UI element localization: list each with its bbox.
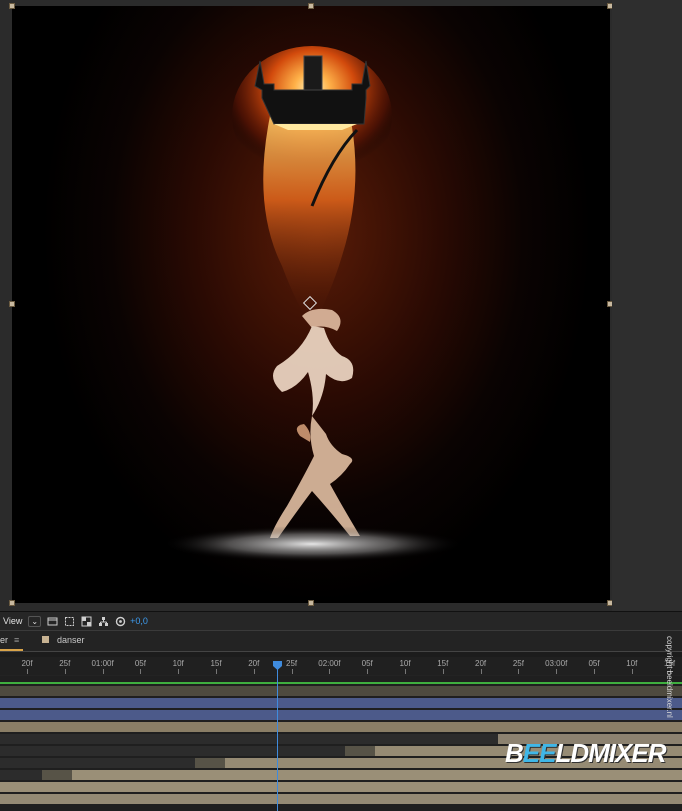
- layer-bar[interactable]: [0, 686, 682, 696]
- ruler-tick-label: 10f: [399, 659, 411, 668]
- layer-name[interactable]: danser: [57, 631, 85, 649]
- composition-viewer[interactable]: [0, 0, 682, 611]
- chevron-down-icon: ⌄: [28, 615, 42, 627]
- ruler-tick-label: 25f: [286, 659, 298, 668]
- ruler-tick-mark: [556, 669, 558, 674]
- composition-canvas[interactable]: [12, 6, 610, 603]
- tab-timeline[interactable]: er ≡: [0, 631, 24, 651]
- viewer-toolbar: View ⌄ +0,0: [0, 611, 682, 630]
- transparency-grid-icon[interactable]: [81, 616, 92, 627]
- layer-bar[interactable]: [0, 794, 682, 804]
- logo-text-start: B: [505, 738, 524, 768]
- layer-bar[interactable]: [0, 782, 682, 792]
- layer-bar[interactable]: [42, 770, 72, 780]
- tab-timeline-label: er: [0, 635, 9, 645]
- panel-menu-icon[interactable]: ≡: [14, 635, 19, 645]
- ruler-tick-mark: [102, 669, 104, 674]
- view-dropdown-label: View: [3, 616, 23, 626]
- ruler-tick-label: 20f: [248, 659, 260, 668]
- ruler-tick-label: 25f: [59, 659, 71, 668]
- ruler-tick-mark: [216, 669, 217, 674]
- layer-bar[interactable]: [195, 758, 225, 768]
- ruler-tick-mark: [442, 669, 444, 674]
- ruler-tick-label: 10f: [172, 659, 184, 668]
- reset-exposure-icon[interactable]: [115, 616, 126, 627]
- ruler-tick-label: 20f: [21, 659, 33, 668]
- ruler-tick-mark: [405, 669, 406, 674]
- ruler-tick-mark: [64, 669, 66, 674]
- layer-bar[interactable]: [0, 722, 682, 732]
- ruler-tick-mark: [27, 669, 28, 674]
- view-options-icon[interactable]: [47, 616, 58, 627]
- timeline-panel-header: er ≡ danser: [0, 630, 682, 651]
- ruler-tick-label: 10f: [626, 659, 638, 668]
- ruler-tick-mark: [594, 669, 595, 674]
- view-dropdown[interactable]: View ⌄: [3, 615, 42, 627]
- exposure-value[interactable]: +0,0: [130, 616, 148, 626]
- beeldmixer-logo: BEELDMIXER: [505, 738, 666, 769]
- transform-handle-bottom-left[interactable]: [9, 600, 15, 606]
- ruler-tick-label: 05f: [134, 659, 146, 668]
- ruler-tick-label: 01:00f: [91, 659, 114, 668]
- ruler-tick-mark: [518, 669, 520, 674]
- layer-bar[interactable]: [0, 698, 682, 708]
- transform-handle-mid-left[interactable]: [9, 301, 15, 307]
- ruler-tick-label: 25f: [512, 659, 524, 668]
- transform-handle-top-left[interactable]: [9, 3, 15, 9]
- ruler-tick-mark: [140, 669, 142, 674]
- ruler-tick-label: 15f: [437, 659, 449, 668]
- ruler-tick-label: 15f: [210, 659, 222, 668]
- logo-text-end: LDMIXER: [555, 738, 666, 768]
- ruler-tick-label: 05f: [361, 659, 373, 668]
- ruler-tick-mark: [178, 669, 180, 674]
- flowchart-icon[interactable]: [98, 616, 109, 627]
- playhead-line: [277, 663, 278, 811]
- time-ruler[interactable]: 20f 25f 01:00f 05f 10f 15f 20f 25f 02:00f 05f 10f 1…: [0, 657, 682, 675]
- ruler-tick-label: 03:00f: [545, 659, 568, 668]
- ruler-tick-mark: [367, 669, 369, 674]
- ruler-tick-mark: [480, 669, 482, 674]
- transform-handle-top-center[interactable]: [308, 3, 314, 9]
- ruler-tick-mark: [631, 669, 633, 674]
- work-area-green-line: [0, 682, 682, 684]
- transform-handle-bottom-center[interactable]: [308, 600, 314, 606]
- layer-label-color-swatch[interactable]: [42, 636, 49, 643]
- region-of-interest-icon[interactable]: [64, 616, 75, 627]
- ruler-tick-label: 05f: [588, 659, 600, 668]
- ruler-tick-mark: [291, 669, 293, 674]
- viewer-pasteboard: [612, 0, 682, 611]
- layer-bar[interactable]: [72, 770, 682, 780]
- layer-bar[interactable]: [345, 746, 375, 756]
- ruler-tick-mark: [253, 669, 255, 674]
- layer-bar[interactable]: [0, 710, 682, 720]
- logo-tv-mark: EE: [522, 738, 557, 768]
- ruler-tick-label: 02:00f: [318, 659, 341, 668]
- ruler-tick-mark: [329, 669, 331, 674]
- ruler-tick-label: 20f: [475, 659, 487, 668]
